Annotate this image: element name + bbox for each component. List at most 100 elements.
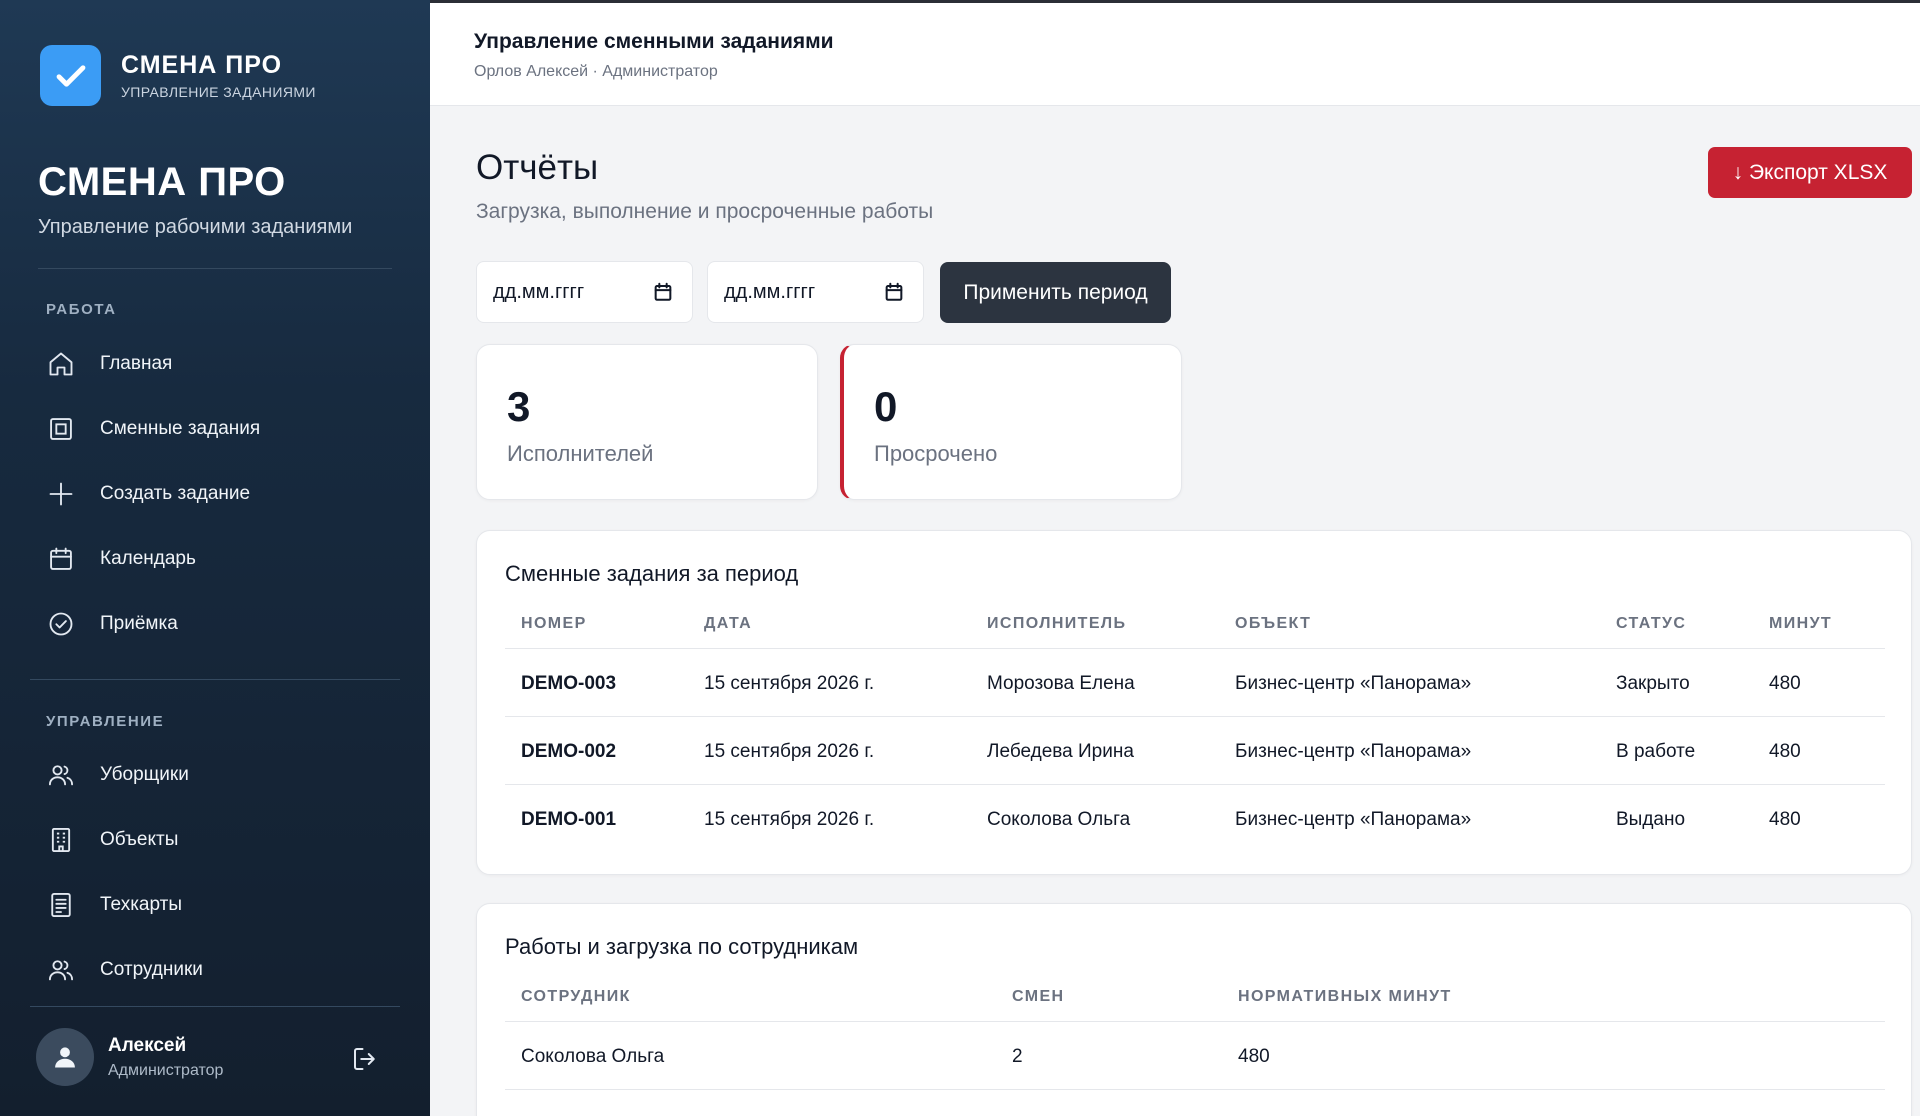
sidebar: СМЕНА ПРО УПРАВЛЕНИЕ ЗАДАНИЯМИ СМЕНА ПРО… — [0, 0, 430, 1116]
sidebar-item-employees[interactable]: Сотрудники — [30, 944, 400, 996]
sidebar-item-home[interactable]: Главная — [30, 338, 400, 390]
cell-number: DEMO-002 — [521, 741, 617, 762]
cell-date: 15 сентября 2026 г. — [704, 741, 875, 762]
user-profile[interactable]: Алексей Администратор — [36, 1028, 223, 1086]
cell-executor: Соколова Ольга — [987, 809, 1131, 830]
cell-date: 15 сентября 2026 г. — [704, 673, 875, 694]
plus-icon — [46, 479, 76, 509]
cell-object: Бизнес-центр «Панорама» — [1235, 809, 1472, 830]
sidebar-item-label: Главная — [100, 353, 173, 374]
stat-value: 3 — [507, 383, 531, 430]
column-header: ДАТА — [704, 615, 753, 632]
column-header: СОТРУДНИК — [521, 988, 631, 1005]
sidebar-item-label: Уборщики — [100, 764, 189, 785]
table-header: СОТРУДНИК СМЕН НОРМАТИВНЫХ МИНУТ — [505, 970, 1885, 1022]
sidebar-item-label: Приёмка — [100, 613, 178, 634]
table-row[interactable]: DEMO-003 15 сентября 2026 г. Морозова Ел… — [505, 649, 1885, 717]
column-header: НОМЕР — [521, 615, 587, 632]
users-icon — [46, 955, 76, 985]
table-row[interactable]: DEMO-002 15 сентября 2026 г. Лебедева Ир… — [505, 717, 1885, 785]
table-row[interactable]: Соколова Ольга 2 480 — [505, 1022, 1885, 1090]
cell-employee: Соколова Ольга — [521, 1046, 665, 1067]
sidebar-item-shift-tasks[interactable]: Сменные задания — [30, 403, 400, 455]
column-header: ИСПОЛНИТЕЛЬ — [987, 615, 1127, 632]
date-from-field[interactable]: дд.мм.гггг — [476, 261, 693, 323]
stat-card-executors: 3 Исполнителей — [476, 344, 818, 500]
column-header: СТАТУС — [1616, 615, 1687, 632]
shift-tasks-panel: Сменные задания за период НОМЕР ДАТА ИСП… — [476, 530, 1912, 875]
sidebar-item-calendar[interactable]: Календарь — [30, 533, 400, 585]
sidebar-item-acceptance[interactable]: Приёмка — [30, 598, 400, 650]
stat-label: Исполнителей — [507, 441, 654, 466]
panel-title: Сменные задания за период — [505, 561, 799, 586]
users-icon — [46, 760, 76, 790]
sidebar-item-label: Создать задание — [100, 483, 251, 504]
page-title: Отчёты — [476, 148, 599, 187]
export-button-label: ↓ Экспорт XLSX — [1732, 160, 1888, 184]
building-icon — [46, 825, 76, 855]
user-name: Алексей — [108, 1034, 187, 1056]
apply-button-label: Применить период — [963, 280, 1148, 304]
cell-minutes: 480 — [1769, 741, 1801, 762]
cell-object: Бизнес-центр «Панорама» — [1235, 741, 1472, 762]
calendar-icon[interactable] — [883, 281, 905, 303]
stat-value: 0 — [874, 383, 898, 430]
cell-number: DEMO-003 — [521, 673, 617, 694]
sidebar-item-cleaners[interactable]: Уборщики — [30, 749, 400, 801]
cell-object: Бизнес-центр «Панорама» — [1235, 673, 1472, 694]
sidebar-item-label: Техкарты — [100, 894, 182, 915]
column-header: СМЕН — [1012, 988, 1065, 1005]
section-manage-heading: УПРАВЛЕНИЕ — [46, 713, 165, 730]
cell-shifts: 2 — [1012, 1046, 1023, 1067]
avatar — [36, 1028, 94, 1086]
sidebar-item-techcards[interactable]: Техкарты — [30, 879, 400, 931]
cell-executor: Лебедева Ирина — [987, 741, 1134, 762]
workload-table: СОТРУДНИК СМЕН НОРМАТИВНЫХ МИНУТ Соколов… — [505, 970, 1885, 1090]
brand[interactable]: СМЕНА ПРО УПРАВЛЕНИЕ ЗАДАНИЯМИ — [40, 45, 316, 106]
stat-label: Просрочено — [874, 441, 998, 466]
sidebar-item-objects[interactable]: Объекты — [30, 814, 400, 866]
sidebar-item-create-task[interactable]: Создать задание — [30, 468, 400, 520]
section-work-heading: РАБОТА — [46, 301, 117, 318]
workload-panel: Работы и загрузка по сотрудникам СОТРУДН… — [476, 903, 1912, 1116]
date-from-placeholder: дд.мм.гггг — [493, 280, 585, 303]
date-to-field[interactable]: дд.мм.гггг — [707, 261, 924, 323]
table-row[interactable]: DEMO-001 15 сентября 2026 г. Соколова Ол… — [505, 785, 1885, 853]
calendar-icon — [46, 544, 76, 574]
sidebar-title: СМЕНА ПРО — [38, 160, 286, 204]
checkmark-logo-icon — [40, 45, 101, 106]
cell-status: В работе — [1616, 741, 1696, 762]
person-icon — [55, 1047, 75, 1068]
document-icon — [46, 890, 76, 920]
sidebar-divider — [38, 268, 392, 269]
top-header: Управление сменными заданиями Орлов Алек… — [430, 0, 1920, 106]
calendar-icon[interactable] — [652, 281, 674, 303]
cell-norm-minutes: 480 — [1238, 1046, 1270, 1067]
cell-status: Выдано — [1616, 809, 1686, 830]
header-subtitle: Орлов Алексей · Администратор — [474, 63, 718, 80]
stat-card-overdue: 0 Просрочено — [840, 344, 1182, 500]
header-title: Управление сменными заданиями — [474, 30, 834, 53]
user-role: Администратор — [108, 1061, 224, 1079]
check-circle-icon — [46, 609, 76, 639]
sidebar-subtitle: Управление рабочими заданиями — [38, 216, 353, 238]
apply-period-button[interactable]: Применить период — [940, 262, 1171, 323]
sidebar-divider — [30, 1006, 400, 1007]
sidebar-item-label: Календарь — [100, 548, 196, 569]
date-to-placeholder: дд.мм.гггг — [724, 280, 816, 303]
brand-subtitle: УПРАВЛЕНИЕ ЗАДАНИЯМИ — [121, 84, 316, 100]
cell-minutes: 480 — [1769, 673, 1801, 694]
export-xlsx-button[interactable]: ↓ Экспорт XLSX — [1708, 147, 1912, 198]
cell-number: DEMO-001 — [521, 809, 617, 830]
home-icon — [46, 349, 76, 379]
cell-status: Закрыто — [1616, 673, 1690, 694]
square-icon — [46, 414, 76, 444]
column-header: ОБЪЕКТ — [1235, 615, 1312, 632]
page-subtitle: Загрузка, выполнение и просроченные рабо… — [476, 200, 934, 223]
column-header: НОРМАТИВНЫХ МИНУТ — [1238, 988, 1452, 1005]
sidebar-item-label: Сменные задания — [100, 418, 261, 439]
cell-date: 15 сентября 2026 г. — [704, 809, 875, 830]
table-header: НОМЕР ДАТА ИСПОЛНИТЕЛЬ ОБЪЕКТ СТАТУС МИН… — [505, 597, 1885, 649]
sidebar-divider — [30, 679, 400, 680]
logout-icon[interactable] — [350, 1044, 380, 1074]
